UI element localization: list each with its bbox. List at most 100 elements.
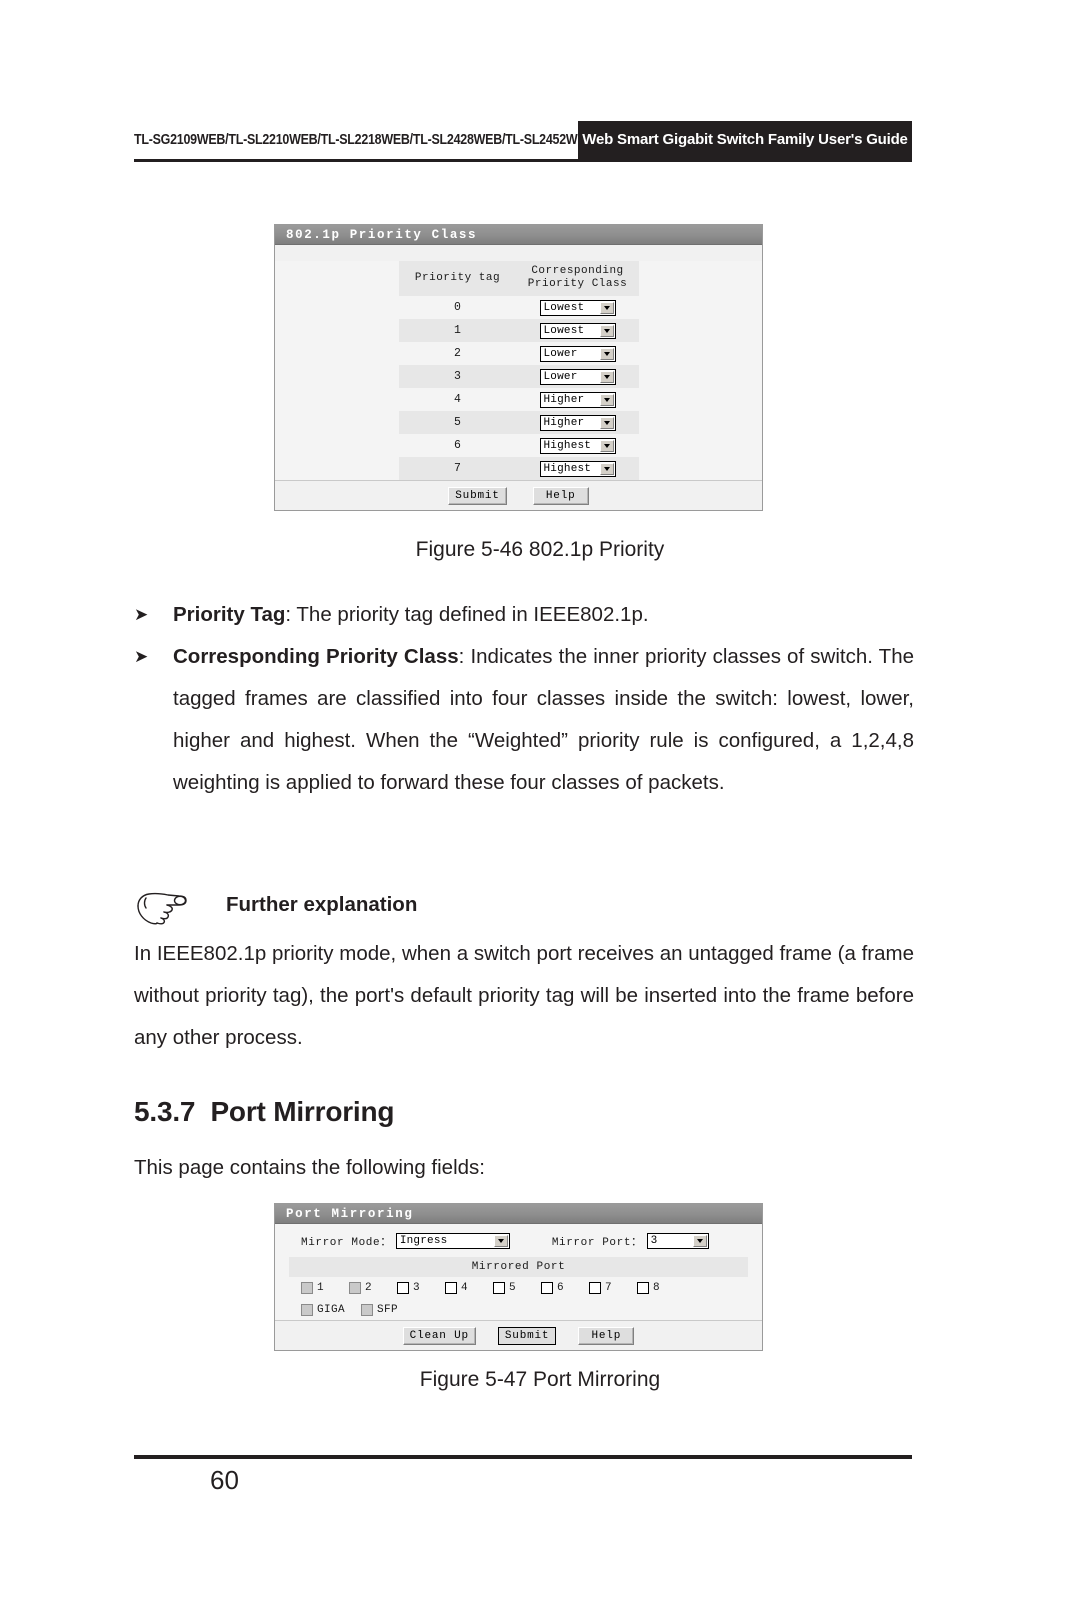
priority-class-select-6[interactable]: Highest bbox=[539, 437, 616, 454]
mirrored-special-checkbox-row: GIGA SFP bbox=[275, 1299, 762, 1321]
priority-class-select-1[interactable]: Lowest bbox=[539, 322, 616, 339]
cell-priority-class: Higher bbox=[516, 388, 639, 411]
chevron-down-icon[interactable] bbox=[599, 416, 614, 429]
table-row: 6 Highest bbox=[398, 434, 639, 457]
submit-button[interactable]: Submit bbox=[497, 1326, 557, 1345]
priority-class-table: Priority tag Corresponding Priority Clas… bbox=[398, 261, 639, 480]
help-button[interactable]: Help bbox=[532, 486, 589, 505]
checkbox-icon[interactable] bbox=[589, 1282, 601, 1294]
checkbox-label: 3 bbox=[413, 1282, 421, 1294]
checkbox-item-sfp[interactable]: SFP bbox=[361, 1304, 409, 1316]
cell-priority-tag: 1 bbox=[398, 319, 517, 342]
checkbox-icon[interactable] bbox=[541, 1282, 553, 1294]
chevron-down-icon[interactable] bbox=[599, 462, 614, 475]
page-header: TL-SG2109WEB/TL-SL2210WEB/TL-SL2218WEB/T… bbox=[134, 121, 912, 159]
section-intro-text: This page contains the following fields: bbox=[134, 1156, 485, 1179]
chevron-down-icon[interactable] bbox=[599, 439, 614, 452]
checkbox-item-port-5[interactable]: 5 bbox=[493, 1282, 541, 1294]
pointing-hand-icon bbox=[137, 892, 187, 925]
bullet-term: Priority Tag bbox=[173, 603, 286, 626]
header-guide-title: Web Smart Gigabit Switch Family User's G… bbox=[578, 121, 912, 159]
checkbox-icon[interactable] bbox=[361, 1304, 373, 1316]
mirror-port-select[interactable]: 3 bbox=[646, 1233, 709, 1249]
select-value: Ingress bbox=[399, 1235, 448, 1247]
submit-button[interactable]: Submit bbox=[448, 486, 507, 505]
checkbox-label: 7 bbox=[605, 1282, 613, 1294]
checkbox-item-port-1[interactable]: 1 bbox=[301, 1282, 349, 1294]
checkbox-icon[interactable] bbox=[397, 1282, 409, 1294]
bullet-arrow-icon: ➤ bbox=[134, 605, 149, 624]
checkbox-item-port-2[interactable]: 2 bbox=[349, 1282, 397, 1294]
cell-priority-tag: 5 bbox=[398, 411, 517, 434]
priority-class-panel: 802.1p Priority Class Priority tag Corre… bbox=[274, 224, 763, 511]
port-mirroring-button-bar: Clean Up Submit Help bbox=[275, 1320, 762, 1350]
select-value: 3 bbox=[650, 1235, 658, 1247]
select-value: Highest bbox=[543, 439, 592, 452]
checkbox-icon[interactable] bbox=[349, 1282, 361, 1294]
mirror-port-label: Mirror Port： bbox=[551, 1237, 643, 1249]
bullet-corresponding-priority-class: ➤ Corresponding Priority Class: Indicate… bbox=[134, 636, 914, 804]
cell-priority-tag: 4 bbox=[398, 388, 517, 411]
checkbox-item-giga[interactable]: GIGA bbox=[301, 1304, 349, 1316]
checkbox-label: 4 bbox=[461, 1282, 469, 1294]
bullet-term: Corresponding Priority Class bbox=[173, 645, 459, 668]
note-body: In IEEE802.1p priority mode, when a swit… bbox=[134, 942, 914, 1049]
page-number: 60 bbox=[210, 1465, 239, 1495]
mirror-mode-select[interactable]: Ingress bbox=[395, 1233, 510, 1249]
priority-class-select-0[interactable]: Lowest bbox=[539, 299, 616, 316]
bullet-text: Corresponding Priority Class: Indicates … bbox=[173, 636, 914, 804]
checkbox-icon[interactable] bbox=[445, 1282, 457, 1294]
chevron-down-icon[interactable] bbox=[599, 301, 614, 314]
figure-caption-547: Figure 5-47 Port Mirroring bbox=[419, 1368, 661, 1391]
checkbox-label: 5 bbox=[509, 1282, 517, 1294]
priority-table-body-rows: 0 Lowest 1 Lowest 2 Lower 3 Lower 4 High… bbox=[398, 296, 639, 480]
checkbox-icon[interactable] bbox=[637, 1282, 649, 1294]
cell-priority-tag: 6 bbox=[398, 434, 517, 457]
priority-class-select-4[interactable]: Higher bbox=[539, 391, 616, 408]
checkbox-icon[interactable] bbox=[301, 1282, 313, 1294]
priority-class-select-7[interactable]: Highest bbox=[539, 460, 616, 477]
col-header-priority-tag: Priority tag bbox=[398, 261, 517, 296]
chevron-down-icon[interactable] bbox=[599, 324, 614, 337]
priority-class-select-5[interactable]: Higher bbox=[539, 414, 616, 431]
table-header-row: Priority tag Corresponding Priority Clas… bbox=[398, 261, 639, 296]
header-divider bbox=[134, 159, 912, 162]
checkbox-label: GIGA bbox=[317, 1304, 346, 1316]
cell-priority-class: Lowest bbox=[516, 319, 639, 342]
chevron-down-icon[interactable] bbox=[493, 1235, 508, 1247]
panel-title-priority: 802.1p Priority Class bbox=[275, 225, 762, 245]
page-title: 5.3.7 Port Mirroring bbox=[134, 1096, 395, 1128]
help-button[interactable]: Help bbox=[578, 1326, 635, 1345]
cell-priority-class: Lowest bbox=[516, 296, 639, 319]
bullet-priority-tag: ➤ Priority Tag: The priority tag defined… bbox=[134, 594, 914, 636]
checkbox-item-port-8[interactable]: 8 bbox=[637, 1282, 685, 1294]
chevron-down-icon[interactable] bbox=[599, 347, 614, 360]
cell-priority-class: Lower bbox=[516, 342, 639, 365]
cell-priority-tag: 3 bbox=[398, 365, 517, 388]
port-mirroring-body: Mirror Mode： Ingress Mirror Port： 3 Mirr… bbox=[275, 1224, 762, 1321]
select-value: Highest bbox=[543, 462, 592, 475]
figure-caption-546: Figure 5-46 802.1p Priority bbox=[415, 538, 665, 561]
priority-class-select-3[interactable]: Lower bbox=[539, 368, 616, 385]
note-header: Further explanation bbox=[134, 889, 914, 929]
chevron-down-icon[interactable] bbox=[692, 1235, 707, 1247]
checkbox-item-port-7[interactable]: 7 bbox=[589, 1282, 637, 1294]
checkbox-item-port-6[interactable]: 6 bbox=[541, 1282, 589, 1294]
panel-title-port-mirroring: Port Mirroring bbox=[275, 1204, 762, 1224]
col-header-corresponding-class: Corresponding Priority Class bbox=[516, 261, 639, 296]
priority-class-select-2[interactable]: Lower bbox=[539, 345, 616, 362]
section-title: Port Mirroring bbox=[210, 1096, 395, 1127]
chevron-down-icon[interactable] bbox=[599, 393, 614, 406]
mirrored-port-checkbox-row: 1 2 3 4 5 6 7 8 bbox=[275, 1277, 762, 1299]
checkbox-item-port-4[interactable]: 4 bbox=[445, 1282, 493, 1294]
checkbox-icon[interactable] bbox=[493, 1282, 505, 1294]
bullet-text: Priority Tag: The priority tag defined i… bbox=[173, 594, 914, 636]
col-header-line2: Priority Class bbox=[527, 278, 628, 290]
table-row: 1 Lowest bbox=[398, 319, 639, 342]
cell-priority-class: Lower bbox=[516, 365, 639, 388]
checkbox-item-port-3[interactable]: 3 bbox=[397, 1282, 445, 1294]
clean-up-button[interactable]: Clean Up bbox=[402, 1326, 476, 1345]
chevron-down-icon[interactable] bbox=[599, 370, 614, 383]
checkbox-label: 8 bbox=[653, 1282, 661, 1294]
checkbox-icon[interactable] bbox=[301, 1304, 313, 1316]
